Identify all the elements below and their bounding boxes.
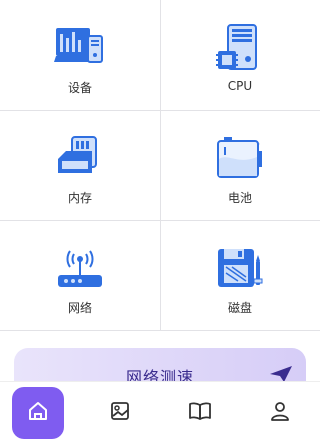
device-icon	[52, 23, 108, 73]
grid-item-label: 内存	[67, 191, 92, 205]
network-icon	[52, 243, 108, 293]
nav-book[interactable]	[174, 387, 226, 439]
home-icon	[27, 400, 49, 426]
nav-image[interactable]	[94, 387, 146, 439]
nav-user[interactable]	[254, 387, 306, 439]
grid-item-battery[interactable]: + 电池	[160, 110, 320, 220]
memory-icon	[52, 133, 108, 183]
grid-item-label: 磁盘	[227, 301, 252, 315]
app-screen: 设备 CPU 内存 电池 网络 磁盘 网络测速	[0, 0, 320, 442]
image-icon	[109, 400, 131, 426]
grid-item-label: 电池	[227, 191, 252, 205]
battery-icon: +	[212, 133, 268, 183]
grid-item-memory[interactable]: 内存	[0, 110, 160, 220]
grid-item-label: 设备	[67, 81, 92, 95]
grid-item-device[interactable]: 设备	[0, 0, 160, 110]
grid-divider-horizontal	[0, 330, 320, 331]
grid-item-label: 网络	[67, 301, 92, 315]
bottom-nav	[0, 381, 320, 442]
feature-grid: 设备 CPU 内存 电池 网络 磁盘	[0, 0, 320, 331]
grid-item-cpu[interactable]: CPU	[160, 0, 320, 110]
nav-home[interactable]	[12, 387, 64, 439]
book-icon	[188, 400, 212, 426]
disk-icon	[212, 243, 268, 293]
grid-item-disk[interactable]: 磁盘	[160, 220, 320, 330]
grid-item-network[interactable]: 网络	[0, 220, 160, 330]
cpu-icon	[212, 23, 268, 73]
grid-item-label: CPU	[227, 79, 253, 93]
user-icon	[269, 400, 291, 426]
